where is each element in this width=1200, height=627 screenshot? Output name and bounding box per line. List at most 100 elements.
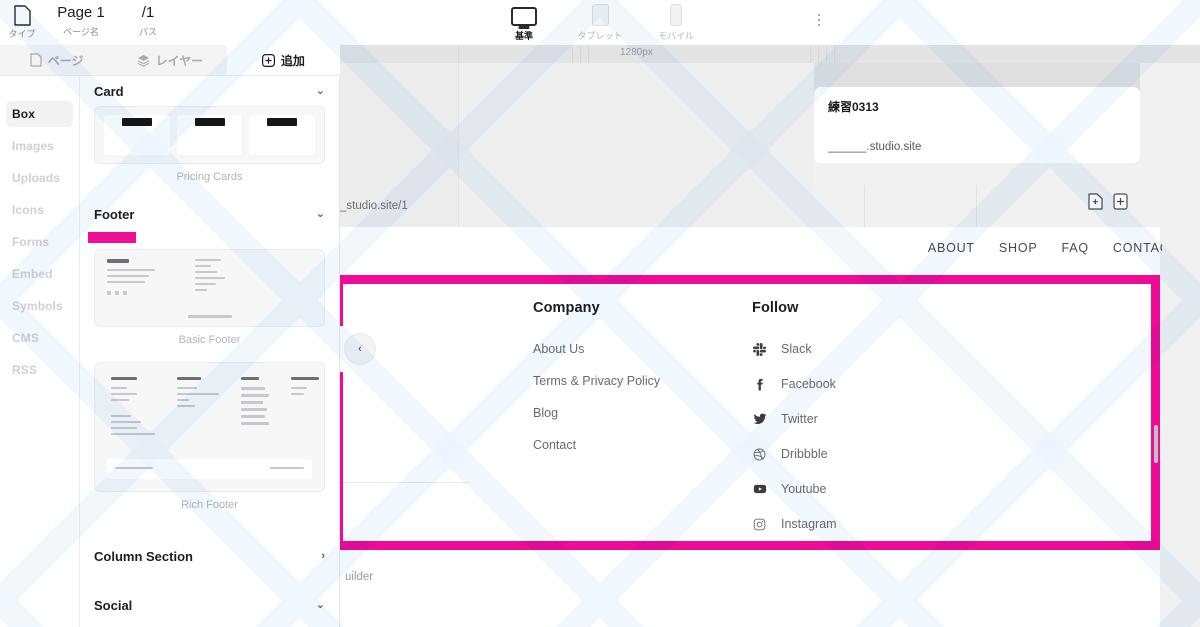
tab-layers[interactable]: レイヤー: [113, 45, 226, 75]
slack-icon: [752, 342, 767, 356]
rail-item-forms-label: Forms: [12, 235, 50, 249]
rail-item-icons[interactable]: Icons: [6, 197, 73, 223]
footer-column-follow: Follow Slack Facebook Twitter Dribbble Y…: [752, 300, 932, 552]
rail-item-images[interactable]: Images: [6, 133, 73, 159]
device-mobile[interactable]: モバイル: [649, 0, 703, 42]
page-url-label: _studio.site/1: [340, 200, 408, 212]
section-header-footer[interactable]: Footer ⌄: [80, 199, 339, 229]
section-header-social[interactable]: Social ⌄: [80, 590, 339, 620]
desktop-icon: [511, 4, 537, 26]
footer-social-facebook[interactable]: Facebook: [752, 377, 932, 391]
footer-link-about-us[interactable]: About Us: [533, 342, 713, 356]
rail-item-embed-label: Embed: [12, 267, 53, 281]
tab-pages[interactable]: ページ: [0, 45, 113, 75]
rail-item-icons-label: Icons: [12, 203, 44, 217]
rail-item-embed[interactable]: Embed: [6, 261, 73, 287]
footer-company-list: About Us Terms & Privacy Policy Blog Con…: [533, 342, 713, 452]
add-block-icon[interactable]: [1113, 193, 1128, 215]
section-column-section-title: Column Section: [94, 548, 193, 564]
rail-item-symbols[interactable]: Symbols: [6, 293, 73, 319]
collapse-panel-button[interactable]: ‹: [344, 333, 376, 365]
site-nav-shop[interactable]: SHOP: [999, 241, 1038, 255]
footer-company-heading: Company: [533, 300, 600, 316]
device-mobile-label: モバイル: [657, 31, 694, 41]
chevron-right-icon: ›: [321, 549, 325, 562]
thumb-pricing-cards-caption: Pricing Cards: [176, 171, 243, 183]
kebab-menu-icon[interactable]: [812, 10, 826, 30]
rail-item-cms-label: CMS: [12, 331, 39, 345]
design-canvas[interactable]: 1280px 練習0313 ______.studio.site _studio…: [340, 45, 1200, 627]
device-desktop[interactable]: 基準: [497, 0, 551, 42]
tablet-icon: [591, 4, 609, 26]
section-card-title: Card: [94, 83, 124, 99]
thumb-rich-footer-caption: Rich Footer: [181, 499, 238, 511]
tab-layers-label: レイヤー: [155, 53, 204, 68]
footer-link-blog[interactable]: Blog: [533, 406, 713, 420]
rail-item-forms[interactable]: Forms: [6, 229, 73, 255]
facebook-icon: [752, 378, 767, 391]
rail-item-cms[interactable]: CMS: [6, 325, 73, 351]
site-nav-about[interactable]: ABOUT: [928, 241, 975, 255]
tab-add-label: 追加: [280, 53, 305, 68]
thumb-rich-footer[interactable]: Rich Footer: [80, 362, 339, 527]
device-switcher: 基準 タブレット モバイル: [0, 0, 1200, 45]
footer-social-dribbble[interactable]: Dribbble: [752, 447, 932, 461]
section-social-title: Social: [94, 597, 133, 613]
rail-item-symbols-label: Symbols: [12, 299, 63, 313]
top-bar: タイプ Page 1 ページ名 /1 パス 基準 タブレット モバイル: [0, 0, 1200, 45]
chevron-down-icon: ⌄: [315, 598, 325, 611]
section-header-column-section[interactable]: Column Section ›: [80, 541, 339, 571]
site-card-title: 練習0313: [828, 100, 879, 114]
thumb-pricing-cards[interactable]: Pricing Cards: [80, 106, 339, 199]
footer-columns: Company About Us Terms & Privacy Policy …: [533, 300, 932, 552]
rail-item-rss[interactable]: RSS: [6, 357, 73, 383]
chevron-down-icon: ⌄: [315, 207, 325, 220]
canvas-mid-block: [459, 63, 814, 227]
site-nav-faq[interactable]: FAQ: [1062, 241, 1089, 255]
footer-link-contact[interactable]: Contact: [533, 438, 713, 452]
canvas-add-actions: [1088, 193, 1128, 215]
thumb-basic-footer-caption: Basic Footer: [178, 334, 241, 346]
youtube-icon: [752, 482, 767, 496]
add-page-icon[interactable]: [1088, 193, 1103, 215]
mobile-icon: [670, 4, 682, 26]
device-tablet-label: タブレット: [577, 31, 623, 41]
canvas-vertical-scrollbar[interactable]: [1154, 425, 1158, 463]
drag-insert-indicator: [88, 232, 136, 243]
footer-column-company: Company About Us Terms & Privacy Policy …: [533, 300, 713, 552]
footer-social-dribbble-label: Dribbble: [781, 447, 828, 461]
footer-social-youtube[interactable]: Youtube: [752, 482, 932, 496]
footer-block-selected[interactable]: Company About Us Terms & Privacy Policy …: [340, 275, 1160, 583]
app-root: タイプ Page 1 ページ名 /1 パス 基準 タブレット モバイル ページ …: [0, 0, 1200, 627]
thumb-basic-footer[interactable]: Basic Footer: [80, 249, 339, 362]
footer-social-twitter[interactable]: Twitter: [752, 412, 932, 426]
twitter-icon: [752, 412, 767, 426]
add-elements-panel: Card ⌄ Pricing Cards Footer ⌄ Basic Foot…: [80, 76, 340, 627]
footer-social-facebook-label: Facebook: [781, 377, 836, 391]
section-footer-title: Footer: [94, 206, 135, 222]
footer-link-terms-privacy[interactable]: Terms & Privacy Policy: [533, 374, 713, 388]
rail-item-uploads[interactable]: Uploads: [6, 165, 73, 191]
rail-item-uploads-label: Uploads: [12, 171, 61, 185]
footer-social-instagram[interactable]: Instagram: [752, 517, 932, 531]
section-header-card[interactable]: Card ⌄: [80, 76, 339, 106]
element-category-rail: Box Images Uploads Icons Forms Embed Sym…: [0, 45, 80, 627]
panel-tab-bar: ページ レイヤー 追加: [0, 45, 340, 76]
layers-icon: [137, 54, 150, 67]
device-tablet[interactable]: タブレット: [573, 0, 627, 42]
rail-item-box[interactable]: Box: [6, 101, 73, 127]
footer-social-slack-label: Slack: [781, 342, 812, 356]
site-nav: ABOUT SHOP FAQ CONTACT: [928, 241, 1178, 255]
chevron-down-icon: ⌄: [315, 84, 325, 97]
footer-follow-heading: Follow: [752, 300, 799, 316]
footer-divider: [343, 482, 469, 483]
site-card[interactable]: 練習0313 ______.studio.site: [814, 87, 1140, 163]
canvas-ruler[interactable]: 1280px: [340, 45, 1200, 63]
footer-social-instagram-label: Instagram: [781, 517, 837, 531]
tab-add[interactable]: 追加: [226, 45, 340, 75]
site-card-url: ______.studio.site: [828, 141, 922, 153]
footer-social-twitter-label: Twitter: [781, 412, 818, 426]
tab-pages-label: ページ: [47, 53, 84, 68]
rail-item-box-label: Box: [12, 107, 35, 121]
footer-social-slack[interactable]: Slack: [752, 342, 932, 356]
